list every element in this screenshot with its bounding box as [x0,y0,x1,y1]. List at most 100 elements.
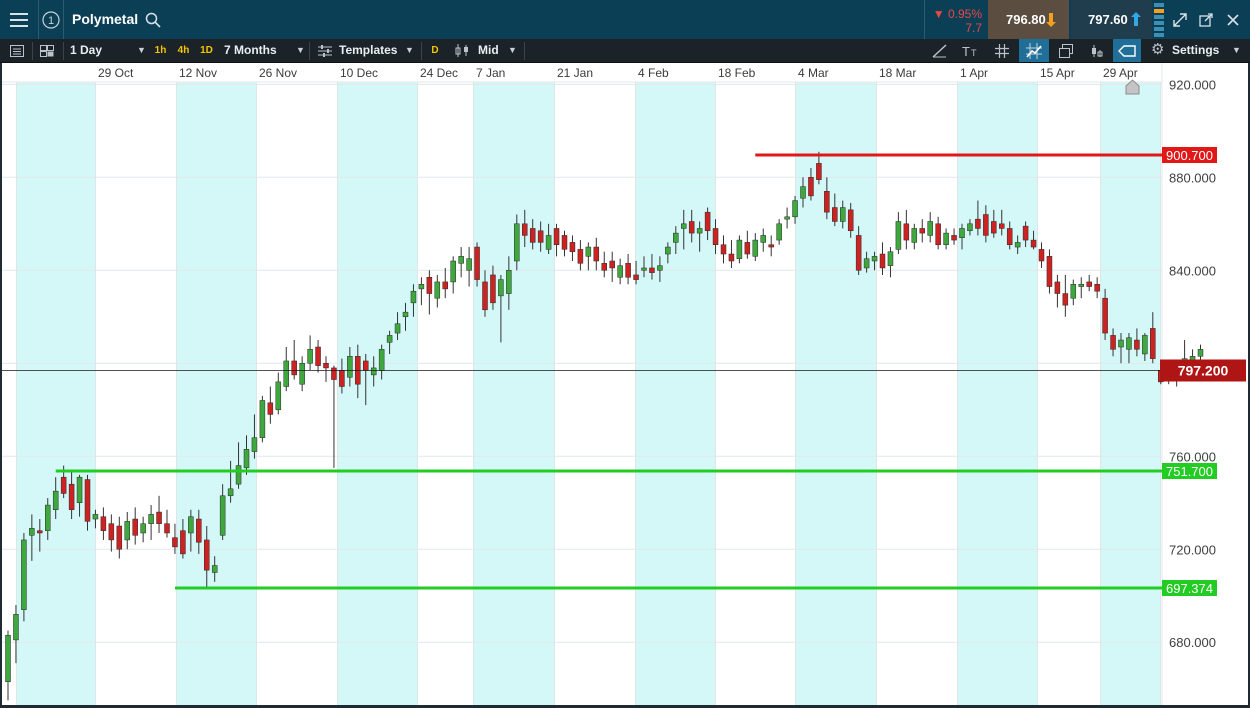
candle-down [569,235,576,261]
candle-down [331,365,337,468]
candle-body [498,279,504,297]
candle-body [1118,339,1124,348]
candle-body [1054,281,1061,294]
interval-dropdown[interactable]: 1 Day ▼ [64,39,150,62]
candle-body [1150,328,1156,359]
candle-body [641,267,647,271]
candle-body [458,256,464,264]
candle-up [307,335,313,371]
quick-interval-1d[interactable]: 1D [196,43,217,58]
search-button[interactable] [143,10,163,30]
quick-interval-1h[interactable]: 1h [151,43,170,58]
candlestick-chart[interactable]: 29 Oct 12 Nov 26 Nov 10 Dec 24 Dec 7 Jan 21 Ja… [2,63,1248,705]
candle-body [728,253,735,262]
week-band [957,82,1037,705]
week-band [473,82,554,705]
crosshair-chart-icon [1026,42,1042,59]
candle-up [1078,277,1084,299]
popout-button[interactable] [1193,0,1219,39]
candle-body [116,525,123,550]
candle-down [1062,274,1069,317]
candle-body [1126,337,1132,350]
price-tick-label: 840.000 [1169,263,1216,278]
crosshair-toggle-button[interactable] [1019,39,1049,62]
buy-button[interactable]: 797.60 [1071,0,1152,39]
price-chart[interactable]: 29 Oct 12 Nov 26 Nov 10 Dec 24 Dec 7 Jan 21 Ja… [2,63,1248,705]
candle-body [363,360,369,371]
candle-body [434,281,441,299]
candle-body [951,235,957,241]
candle-body [275,381,282,411]
close-icon [1227,13,1239,26]
candle-body [164,523,170,534]
candle-body [442,281,448,290]
close-button[interactable] [1220,0,1246,39]
resistance-price-label: 900.700 [1166,148,1213,163]
candle-body [291,360,297,376]
candles-icon [455,44,468,57]
layout-grid-button[interactable] [34,39,60,62]
candle-up [458,247,464,278]
templates-dropdown[interactable]: Templates ▼ [310,39,420,62]
draw-line-button[interactable] [927,39,953,62]
candle-up [887,247,894,278]
candle-body [490,274,496,304]
candle-body [1110,335,1116,350]
candle-down [768,235,774,257]
candle-body [887,251,894,266]
candle-body [991,221,997,234]
candle-up [259,395,266,443]
candle-up [585,242,592,271]
copy-chart-button[interactable] [1052,39,1080,62]
candle-body [506,270,512,294]
current-price-label: 797.200 [1178,363,1229,379]
range-dropdown[interactable]: 7 Months ▼ [218,39,308,62]
alert-tag-button[interactable] [1113,39,1141,62]
date-tick-label: 21 Jan [557,66,593,80]
candle-down [935,216,941,250]
date-tick-label: 24 Dec [420,66,458,80]
week-band [337,82,417,705]
instrument-name[interactable]: Polymetal [72,0,138,39]
candle-body [180,530,186,555]
quick-interval-4h[interactable]: 4h [174,43,193,58]
candle-body [617,265,623,278]
date-tick-label: 4 Feb [638,66,669,80]
chevron-down-icon: ▼ [508,45,517,55]
grid-toggle-button[interactable] [988,39,1016,62]
trading-chart-window: 1 Polymetal ▼ 0.95% 7.7 796.80 797.60 1 … [0,0,1250,708]
candle-body [840,207,846,222]
sell-button[interactable]: 796.80 [988,0,1069,39]
chart-number-button[interactable]: 1 [39,0,63,39]
week-band [1100,82,1160,705]
candle-body [211,565,218,573]
price-tick-label: 720.000 [1169,542,1216,557]
candle-down [1038,242,1045,268]
settings-dropdown[interactable]: ⚙ Settings ▼ [1145,39,1247,62]
candle-down [156,495,162,533]
layout-list-button[interactable] [4,39,30,62]
candle-down [323,356,329,382]
week-band [176,82,256,705]
sell-price: 796.80 [1006,12,1046,27]
candle-body [140,523,146,534]
expand-button[interactable] [1167,0,1193,39]
candle-up [617,258,623,285]
info-circle-icon: 1 [42,10,60,29]
text-tool-button[interactable]: TT [957,39,985,62]
chart-toolbar: 1 Day ▼ 1h 4h 1D 7 Months ▼ Templates ▼ … [0,39,1250,63]
chart-type-d-badge[interactable]: D [428,43,442,58]
change-percent: ▼ 0.95% [932,7,982,21]
indicator-button[interactable] [1083,39,1111,62]
menu-button[interactable] [0,0,38,39]
candle-body [800,186,806,199]
candle-body [760,235,766,243]
candle-body [315,346,321,366]
candle-body [21,539,27,610]
tag-icon [1118,44,1136,57]
price-type-dropdown[interactable]: Mid ▼ [448,39,523,62]
candle-body [1062,293,1069,306]
market-depth-button[interactable] [1153,0,1165,39]
pencil-icon [932,43,947,58]
candle-down [426,270,433,315]
